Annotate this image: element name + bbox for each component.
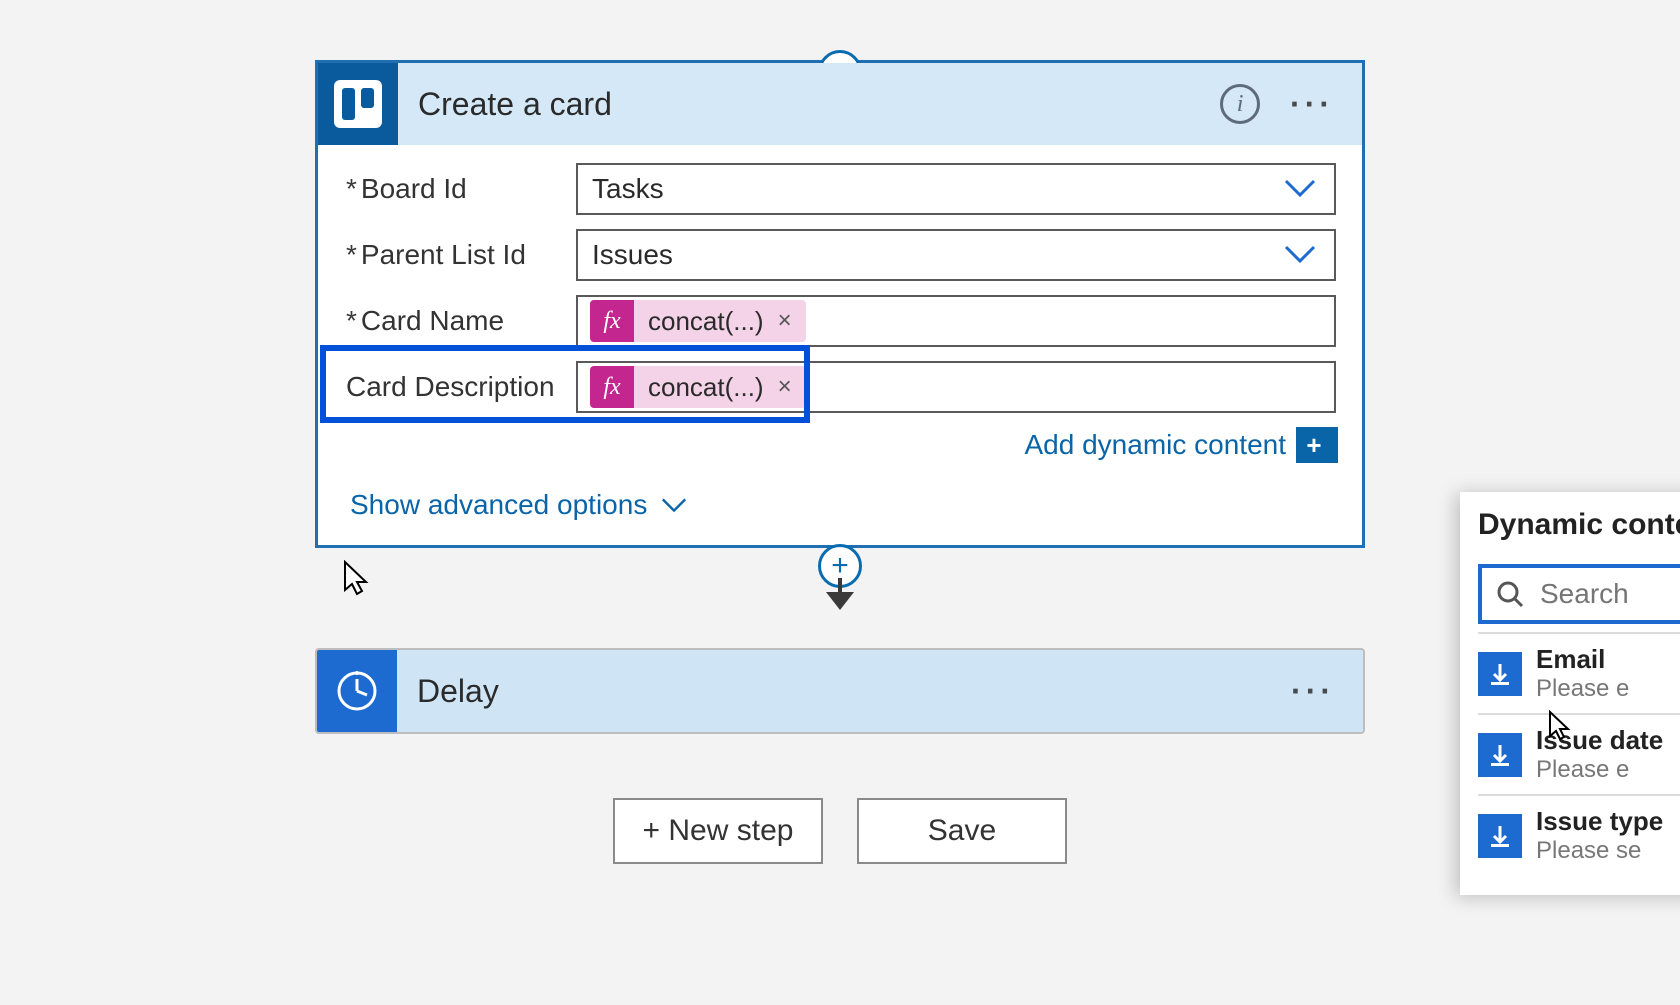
action-title: Create a card (398, 86, 1220, 123)
input-parent-list-id[interactable]: Issues (576, 229, 1336, 281)
clock-icon (317, 650, 397, 732)
dynamic-item-title: Issue date (1536, 725, 1663, 756)
fx-icon: fx (590, 366, 634, 408)
input-board-id[interactable]: Tasks (576, 163, 1336, 215)
label-board-id: *Board Id (344, 173, 576, 205)
save-button[interactable]: Save (857, 798, 1067, 864)
more-icon[interactable]: ··· (1291, 673, 1335, 710)
chevron-down-icon (661, 497, 687, 513)
dynamic-search-input[interactable] (1538, 577, 1680, 611)
dynamic-item-issue-type[interactable]: Issue type Please se (1478, 794, 1680, 875)
arrow-down-icon (826, 592, 854, 610)
action-delay[interactable]: Delay ··· (315, 648, 1365, 734)
chevron-down-icon[interactable] (1284, 173, 1316, 205)
value-parent-list-id: Issues (592, 239, 673, 271)
dynamic-content-tab[interactable]: Dynamic content (1478, 508, 1680, 542)
fx-icon: fx (590, 300, 634, 342)
insert-step-middle[interactable]: + (818, 544, 862, 610)
token-label: concat(...) (634, 306, 774, 337)
dynamic-item-title: Email (1536, 644, 1629, 675)
add-dynamic-content[interactable]: Add dynamic content + (344, 427, 1332, 463)
remove-token-icon[interactable]: × (774, 307, 796, 335)
label-card-name: *Card Name (344, 305, 576, 337)
dynamic-item-issue-date[interactable]: Issue date Please e (1478, 713, 1680, 794)
chevron-down-icon[interactable] (1284, 239, 1316, 271)
dynamic-item-sub: Please se (1536, 837, 1663, 865)
new-step-button[interactable]: + New step (613, 798, 823, 864)
form-field-icon (1478, 814, 1522, 858)
field-card-description: Card Description fx concat(...) × (344, 361, 1336, 413)
expression-token[interactable]: fx concat(...) × (590, 300, 806, 342)
label-card-description: Card Description (344, 371, 576, 403)
show-advanced-label: Show advanced options (350, 489, 647, 521)
dynamic-item-sub: Please e (1536, 675, 1629, 703)
bottom-buttons: + New step Save (315, 798, 1365, 864)
action-body: *Board Id Tasks *Parent List Id Issues (318, 145, 1362, 545)
value-board-id: Tasks (592, 173, 664, 205)
delay-title: Delay (397, 673, 1291, 710)
label-parent-list-id: *Parent List Id (344, 239, 576, 271)
show-advanced-options[interactable]: Show advanced options (344, 489, 687, 521)
dynamic-item-title: Issue type (1536, 806, 1663, 837)
action-header[interactable]: Create a card i ··· (318, 63, 1362, 145)
expression-token[interactable]: fx concat(...) × (590, 366, 806, 408)
plus-icon[interactable]: + (1296, 427, 1332, 463)
field-card-name: *Card Name fx concat(...) × (344, 295, 1336, 347)
remove-token-icon[interactable]: × (774, 373, 796, 401)
token-label: concat(...) (634, 372, 774, 403)
field-board-id: *Board Id Tasks (344, 163, 1336, 215)
dynamic-search[interactable] (1478, 564, 1680, 624)
input-card-description[interactable]: fx concat(...) × (576, 361, 1336, 413)
trello-icon (318, 63, 398, 145)
field-parent-list-id: *Parent List Id Issues (344, 229, 1336, 281)
info-icon[interactable]: i (1220, 84, 1260, 124)
delay-header[interactable]: Delay ··· (317, 650, 1363, 732)
input-card-name[interactable]: fx concat(...) × (576, 295, 1336, 347)
more-icon[interactable]: ··· (1290, 86, 1334, 123)
add-dynamic-label: Add dynamic content (1025, 429, 1287, 461)
dynamic-content-panel: Dynamic content Email Please e Issue dat… (1460, 492, 1680, 895)
search-icon (1496, 580, 1524, 608)
form-field-icon (1478, 733, 1522, 777)
dynamic-item-sub: Please e (1536, 756, 1663, 784)
action-create-card: Create a card i ··· *Board Id Tasks (315, 60, 1365, 548)
dynamic-item-email[interactable]: Email Please e (1478, 632, 1680, 713)
form-field-icon (1478, 652, 1522, 696)
